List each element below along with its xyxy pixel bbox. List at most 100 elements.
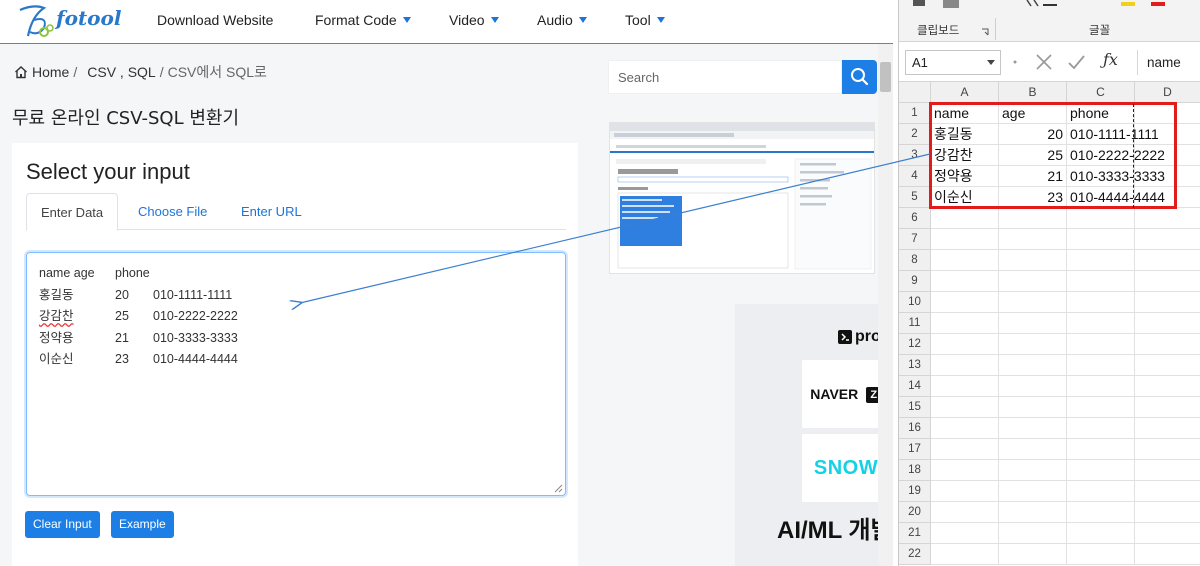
grid-cell[interactable] <box>931 229 999 250</box>
grid-cell[interactable]: 010-4444-4444 <box>1067 187 1165 208</box>
grid-cell[interactable] <box>1067 208 1135 229</box>
row-header[interactable]: 16 <box>899 418 931 439</box>
grid-cell[interactable] <box>1135 502 1200 523</box>
nav-download-website[interactable]: Download Website <box>157 12 273 28</box>
column-header[interactable]: B <box>999 82 1067 103</box>
search-button[interactable] <box>842 60 877 94</box>
grid-cell[interactable]: 정약용 <box>931 166 999 187</box>
row-header[interactable]: 3 <box>899 145 931 166</box>
row-header[interactable]: 18 <box>899 460 931 481</box>
grid-cell[interactable] <box>1067 229 1135 250</box>
column-header[interactable]: D <box>1135 82 1200 103</box>
grid-cell[interactable] <box>999 502 1067 523</box>
grid-cell[interactable] <box>931 523 999 544</box>
grid-cell[interactable] <box>999 376 1067 397</box>
row-header[interactable]: 6 <box>899 208 931 229</box>
formula-input[interactable]: name <box>1137 50 1200 75</box>
grid-cell[interactable] <box>1135 355 1200 376</box>
grid-cell[interactable] <box>999 544 1067 565</box>
scrollbar-thumb[interactable] <box>880 62 891 92</box>
nav-tool[interactable]: Tool <box>625 12 665 28</box>
grid-cell[interactable] <box>1067 355 1135 376</box>
row-header[interactable]: 10 <box>899 292 931 313</box>
row-header[interactable]: 22 <box>899 544 931 565</box>
nav-audio[interactable]: Audio <box>537 12 587 28</box>
nav-video[interactable]: Video <box>449 12 499 28</box>
site-logo[interactable]: fotool <box>14 2 124 42</box>
grid-cell[interactable] <box>1135 334 1200 355</box>
grid-cell[interactable] <box>1135 481 1200 502</box>
grid-cell[interactable]: 이순신 <box>931 187 999 208</box>
row-header[interactable]: 9 <box>899 271 931 292</box>
name-box-dropdown-icon[interactable] <box>987 60 995 66</box>
tab-enter-data[interactable]: Enter Data <box>26 193 119 231</box>
grid-cell[interactable] <box>1135 124 1200 145</box>
grid-cell[interactable] <box>999 397 1067 418</box>
grid-cell[interactable] <box>1135 544 1200 565</box>
grid-cell[interactable] <box>931 250 999 271</box>
grid-cell[interactable] <box>1135 166 1200 187</box>
grid-cell[interactable] <box>1135 250 1200 271</box>
row-header[interactable]: 1 <box>899 103 931 124</box>
row-header[interactable]: 17 <box>899 439 931 460</box>
grid-cell[interactable] <box>999 208 1067 229</box>
row-header[interactable]: 7 <box>899 229 931 250</box>
row-header[interactable]: 20 <box>899 502 931 523</box>
dialog-launcher-icon[interactable] <box>981 28 989 36</box>
grid-cell[interactable] <box>931 460 999 481</box>
breadcrumb-section[interactable]: CSV , SQL <box>87 64 155 80</box>
grid-cell[interactable]: 홍길동 <box>931 124 999 145</box>
grid-cell[interactable] <box>1067 250 1135 271</box>
grid-cell[interactable] <box>1067 292 1135 313</box>
grid-cell[interactable] <box>1135 103 1200 124</box>
column-header[interactable]: C <box>1067 82 1135 103</box>
grid-cell[interactable] <box>1135 418 1200 439</box>
grid-cell[interactable] <box>931 481 999 502</box>
row-header[interactable]: 21 <box>899 523 931 544</box>
nav-format-code[interactable]: Format Code <box>315 12 411 28</box>
grid-cell[interactable] <box>999 481 1067 502</box>
grid-cell[interactable] <box>1067 460 1135 481</box>
grid-cell[interactable] <box>999 313 1067 334</box>
grid-cell[interactable] <box>999 334 1067 355</box>
grid-cell[interactable] <box>999 250 1067 271</box>
tab-choose-file[interactable]: Choose File <box>124 193 221 230</box>
row-header[interactable]: 5 <box>899 187 931 208</box>
grid-cell[interactable] <box>1135 397 1200 418</box>
grid-cell[interactable] <box>931 208 999 229</box>
grid-cell[interactable] <box>1135 460 1200 481</box>
grid-cell[interactable]: phone <box>1067 103 1135 124</box>
grid-cell[interactable] <box>1067 544 1135 565</box>
grid-cell[interactable]: 25 <box>999 145 1067 166</box>
grid-cell[interactable] <box>1135 439 1200 460</box>
grid-cell[interactable]: 강감찬 <box>931 145 999 166</box>
grid-cell[interactable] <box>931 544 999 565</box>
grid-cell[interactable] <box>1067 523 1135 544</box>
grid-cell[interactable] <box>999 271 1067 292</box>
advertisement[interactable]: progr NAVER Z SNOW AI/ML 개발 <box>735 304 893 566</box>
breadcrumb-home[interactable]: Home <box>32 64 69 80</box>
grid-cell[interactable] <box>1135 376 1200 397</box>
grid-cell[interactable] <box>1067 418 1135 439</box>
grid-cell[interactable]: 23 <box>999 187 1067 208</box>
grid-cell[interactable] <box>1135 271 1200 292</box>
grid-cell[interactable] <box>931 397 999 418</box>
grid-cell[interactable] <box>999 418 1067 439</box>
grid-cell[interactable] <box>999 229 1067 250</box>
grid-cell[interactable] <box>931 502 999 523</box>
grid-cell[interactable] <box>931 313 999 334</box>
row-header[interactable]: 19 <box>899 481 931 502</box>
example-button[interactable]: Example <box>111 511 174 538</box>
grid-cell[interactable] <box>999 292 1067 313</box>
grid-cell[interactable] <box>1135 313 1200 334</box>
row-header[interactable]: 14 <box>899 376 931 397</box>
page-scrollbar[interactable] <box>878 44 893 566</box>
row-header[interactable]: 4 <box>899 166 931 187</box>
clear-input-button[interactable]: Clear Input <box>25 511 100 538</box>
grid-cell[interactable]: 20 <box>999 124 1067 145</box>
grid-cell[interactable]: age <box>999 103 1067 124</box>
grid-cell[interactable] <box>1067 397 1135 418</box>
grid-cell[interactable]: 010-3333-3333 <box>1067 166 1165 187</box>
grid-cell[interactable] <box>1067 502 1135 523</box>
tab-enter-url[interactable]: Enter URL <box>227 193 316 230</box>
